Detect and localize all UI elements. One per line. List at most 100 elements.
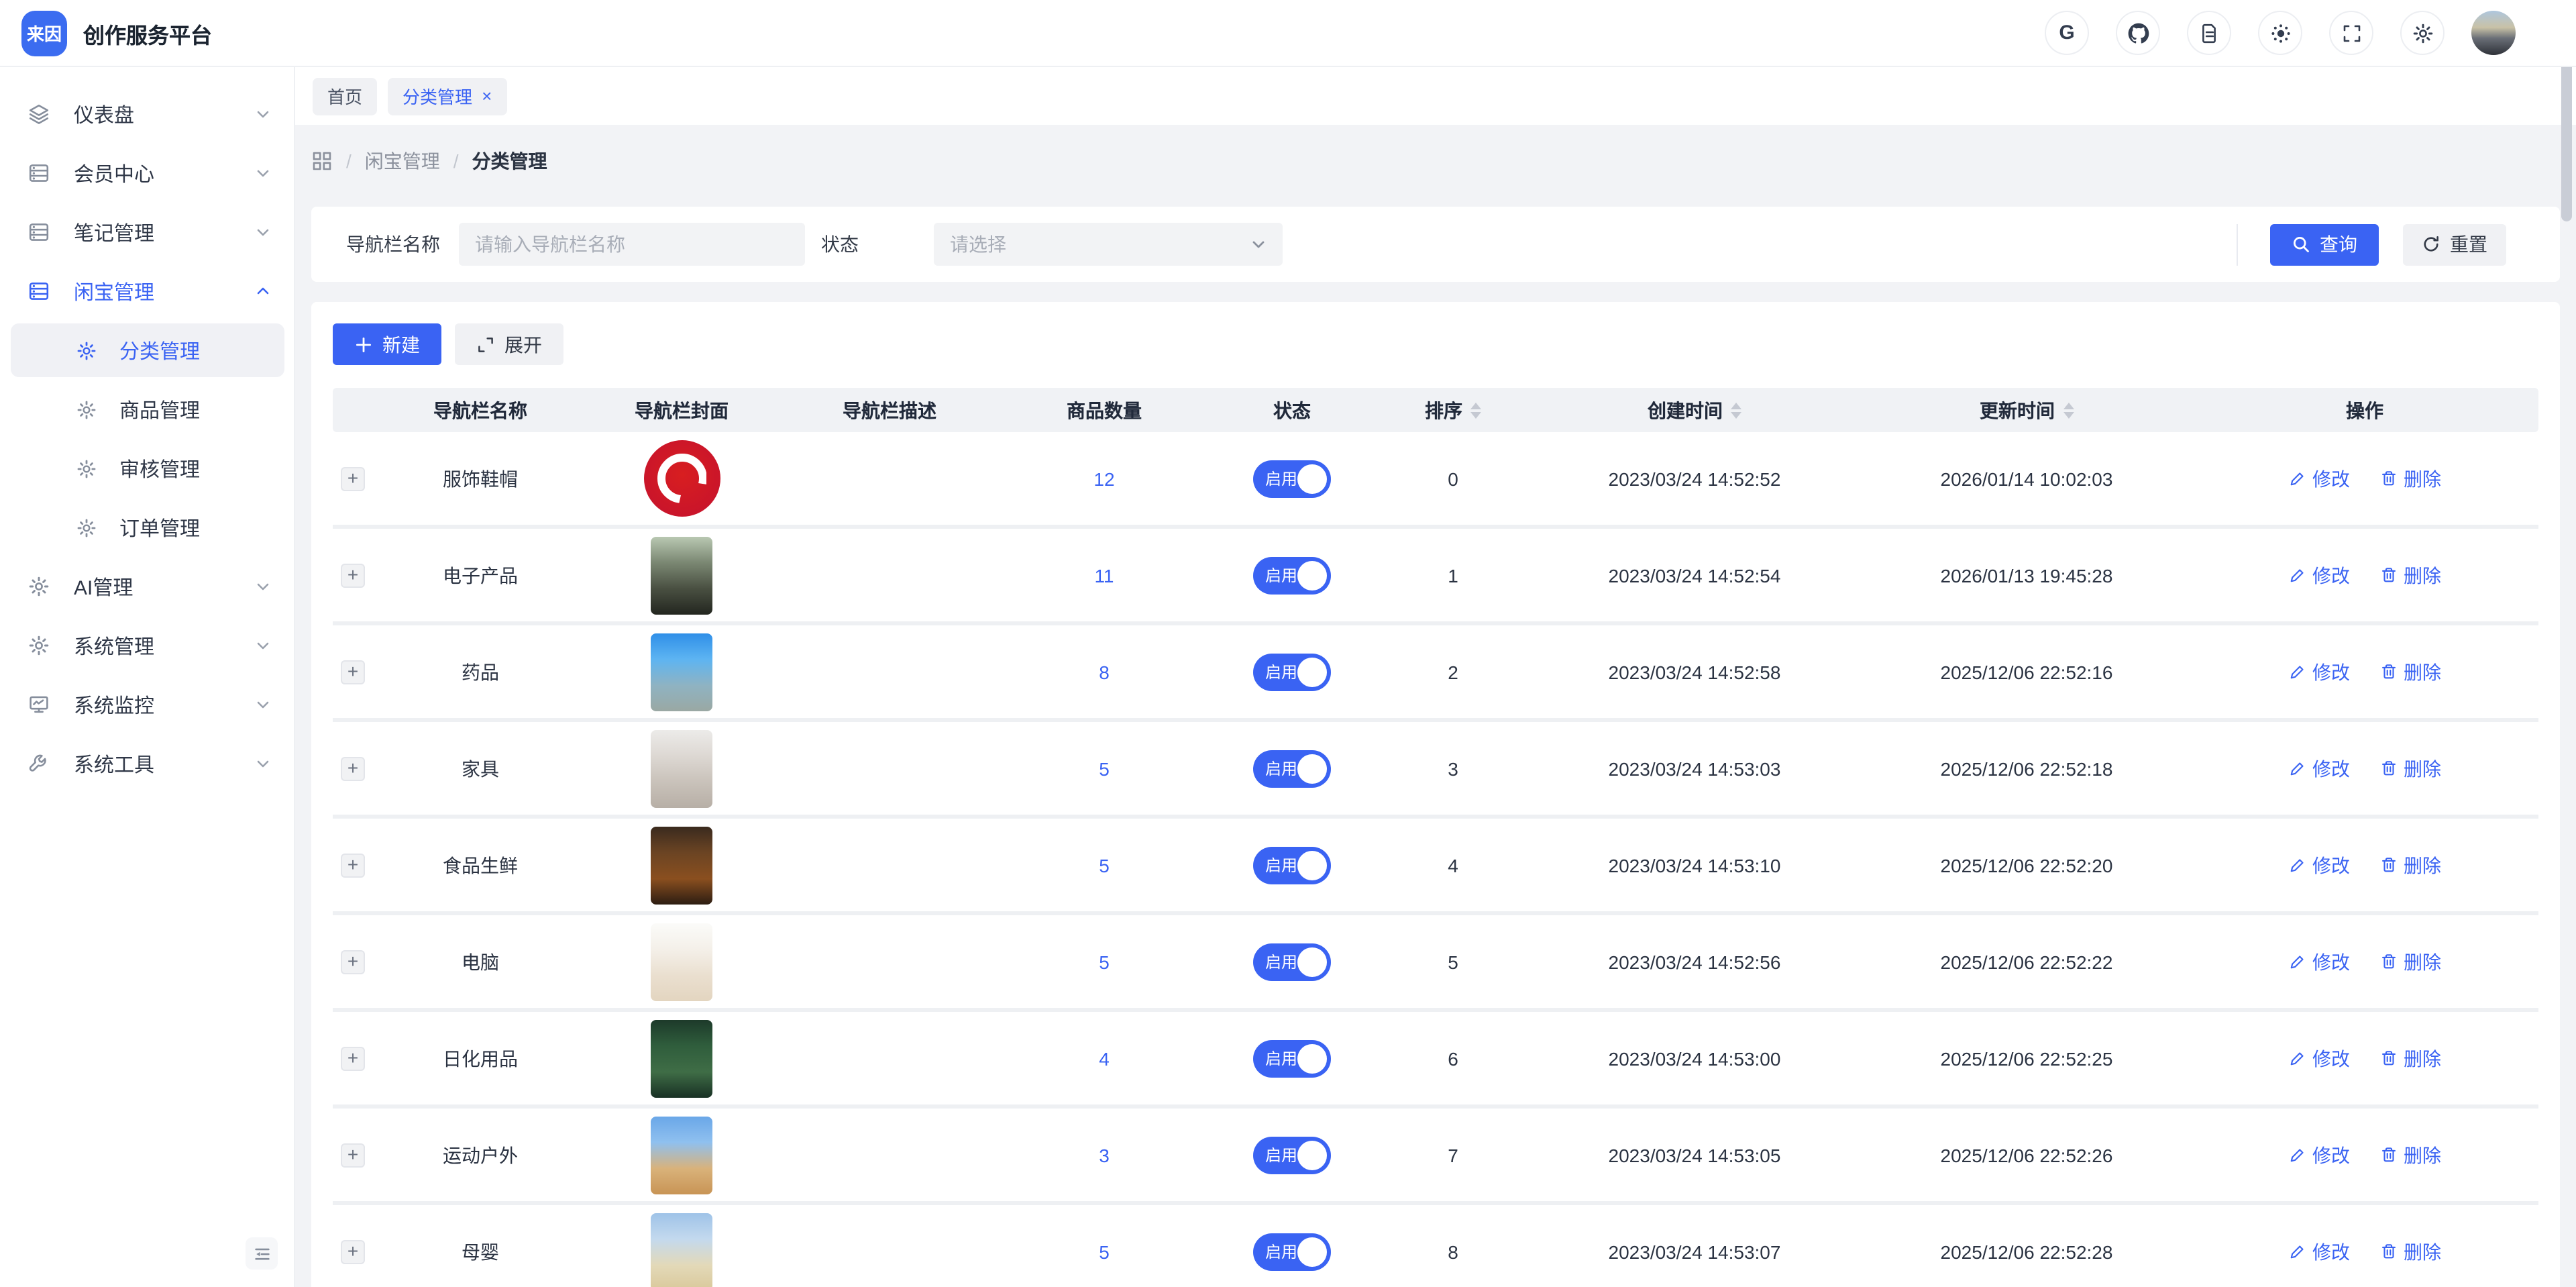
status-toggle[interactable]: 启用 — [1253, 846, 1331, 884]
filter-status-select[interactable]: 请选择 — [934, 223, 1283, 266]
breadcrumb-item[interactable]: 闲宝管理 — [365, 148, 440, 174]
edit-link[interactable]: 修改 — [2288, 1238, 2350, 1265]
sidebar-subitem-3-1[interactable]: 商品管理 — [11, 382, 284, 436]
delete-link[interactable]: 删除 — [2379, 755, 2441, 782]
sidebar-item-1[interactable]: 会员中心 — [11, 146, 284, 200]
edit-link[interactable]: 修改 — [2288, 562, 2350, 588]
edit-link[interactable]: 修改 — [2288, 755, 2350, 782]
status-toggle[interactable]: 启用 — [1253, 750, 1331, 787]
row-expand-button[interactable]: + — [341, 756, 365, 780]
sidebar-subitem-3-2[interactable]: 审核管理 — [11, 442, 284, 495]
caret-down-icon[interactable] — [1470, 411, 1481, 418]
status-toggle[interactable]: 启用 — [1253, 1136, 1331, 1174]
sidebar-item-2[interactable]: 笔记管理 — [11, 205, 284, 259]
edit-link[interactable]: 修改 — [2288, 658, 2350, 685]
row-expand-button[interactable]: + — [341, 1143, 365, 1167]
column-header-6[interactable]: 排序 — [1379, 397, 1527, 423]
tab-close-icon[interactable]: × — [482, 87, 492, 105]
app-logo[interactable]: 来因 — [21, 10, 67, 56]
status-toggle[interactable]: 启用 — [1253, 1039, 1331, 1077]
delete-link[interactable]: 删除 — [2379, 852, 2441, 878]
caret-up-icon[interactable] — [1731, 402, 1741, 409]
caret-up-icon[interactable] — [1470, 402, 1481, 409]
document-button[interactable] — [2187, 11, 2231, 55]
row-expand-button[interactable]: + — [341, 949, 365, 974]
sidebar-item-3[interactable]: 闲宝管理 — [11, 264, 284, 318]
search-button[interactable]: 查询 — [2270, 223, 2379, 265]
product-count-link[interactable]: 5 — [1099, 758, 1110, 779]
theme-button[interactable] — [2258, 11, 2302, 55]
row-expand-button[interactable]: + — [341, 466, 365, 491]
edit-link[interactable]: 修改 — [2288, 1045, 2350, 1072]
edit-link[interactable]: 修改 — [2288, 465, 2350, 492]
sidebar-item-4[interactable]: AI管理 — [11, 560, 284, 613]
sort-carets[interactable] — [1470, 402, 1481, 418]
home-grid-icon[interactable] — [311, 150, 333, 172]
delete-link[interactable]: 删除 — [2379, 465, 2441, 492]
sidebar-collapse-button[interactable] — [246, 1237, 278, 1270]
edit-link[interactable]: 修改 — [2288, 852, 2350, 878]
sort-carets[interactable] — [1731, 402, 1741, 418]
product-count-link[interactable]: 3 — [1099, 1144, 1110, 1166]
gitee-button[interactable]: G — [2045, 11, 2089, 55]
sidebar-item-5[interactable]: 系统管理 — [11, 619, 284, 672]
product-count-link[interactable]: 12 — [1093, 468, 1114, 489]
status-toggle[interactable]: 启用 — [1253, 460, 1331, 497]
row-expand-button[interactable]: + — [341, 853, 365, 877]
row-expand-button[interactable]: + — [341, 1046, 365, 1070]
cell-expand: + — [333, 756, 373, 780]
caret-down-icon[interactable] — [1731, 411, 1741, 418]
delete-link[interactable]: 删除 — [2379, 1045, 2441, 1072]
user-avatar[interactable] — [2471, 11, 2516, 55]
tab-1[interactable]: 分类管理 × — [388, 77, 507, 115]
sidebar-item-7[interactable]: 系统工具 — [11, 737, 284, 790]
column-header-7[interactable]: 创建时间 — [1527, 397, 1862, 423]
sidebar-item-label: AI管理 — [74, 576, 133, 599]
edit-link[interactable]: 修改 — [2288, 948, 2350, 975]
cell-cover — [588, 1116, 775, 1194]
reset-button[interactable]: 重置 — [2403, 223, 2506, 265]
sidebar-item-6[interactable]: 系统监控 — [11, 678, 284, 731]
edit-label: 修改 — [2312, 661, 2350, 682]
product-count-link[interactable]: 5 — [1099, 854, 1110, 876]
product-count-link[interactable]: 11 — [1094, 564, 1114, 586]
settings-button[interactable] — [2400, 11, 2445, 55]
edit-link[interactable]: 修改 — [2288, 1141, 2350, 1168]
tab-0[interactable]: 首页 — [313, 77, 378, 115]
delete-link[interactable]: 删除 — [2379, 948, 2441, 975]
filter-name-input[interactable] — [459, 223, 805, 266]
github-button[interactable] — [2116, 11, 2160, 55]
create-button[interactable]: 新建 — [333, 323, 441, 365]
caret-down-icon[interactable] — [2063, 411, 2074, 418]
row-expand-button[interactable]: + — [341, 660, 365, 684]
row-expand-button[interactable]: + — [341, 1239, 365, 1264]
sidebar-subitem-3-3[interactable]: 订单管理 — [11, 501, 284, 554]
expand-button[interactable]: 展开 — [455, 323, 564, 365]
caret-up-icon[interactable] — [2063, 402, 2074, 409]
cell-updated: 2026/01/14 10:02:03 — [1862, 468, 2191, 489]
fullscreen-button[interactable] — [2329, 11, 2373, 55]
delete-link[interactable]: 删除 — [2379, 562, 2441, 588]
column-label: 创建时间 — [1648, 399, 1723, 421]
column-header-8[interactable]: 更新时间 — [1862, 397, 2191, 423]
toggle-knob — [1297, 560, 1327, 590]
product-count-link[interactable]: 5 — [1099, 951, 1110, 972]
cell-operations: 修改 删除 — [2191, 948, 2538, 975]
sort-carets[interactable] — [2063, 402, 2074, 418]
cell-name: 日化用品 — [373, 1045, 588, 1072]
sidebar-subitem-3-0[interactable]: 分类管理 — [11, 323, 284, 377]
status-toggle[interactable]: 启用 — [1253, 556, 1331, 594]
delete-link[interactable]: 删除 — [2379, 1238, 2441, 1265]
status-toggle[interactable]: 启用 — [1253, 943, 1331, 980]
product-count-link[interactable]: 4 — [1099, 1047, 1110, 1069]
sidebar-item-0[interactable]: 仪表盘 — [11, 87, 284, 141]
product-count-link[interactable]: 5 — [1099, 1241, 1110, 1262]
status-toggle[interactable]: 启用 — [1253, 653, 1331, 690]
product-count-link[interactable]: 8 — [1099, 661, 1110, 682]
delete-link[interactable]: 删除 — [2379, 1141, 2441, 1168]
delete-link[interactable]: 删除 — [2379, 658, 2441, 685]
row-expand-button[interactable]: + — [341, 563, 365, 587]
pencil-icon — [2288, 663, 2306, 680]
delete-label: 删除 — [2404, 468, 2441, 489]
status-toggle[interactable]: 启用 — [1253, 1233, 1331, 1270]
